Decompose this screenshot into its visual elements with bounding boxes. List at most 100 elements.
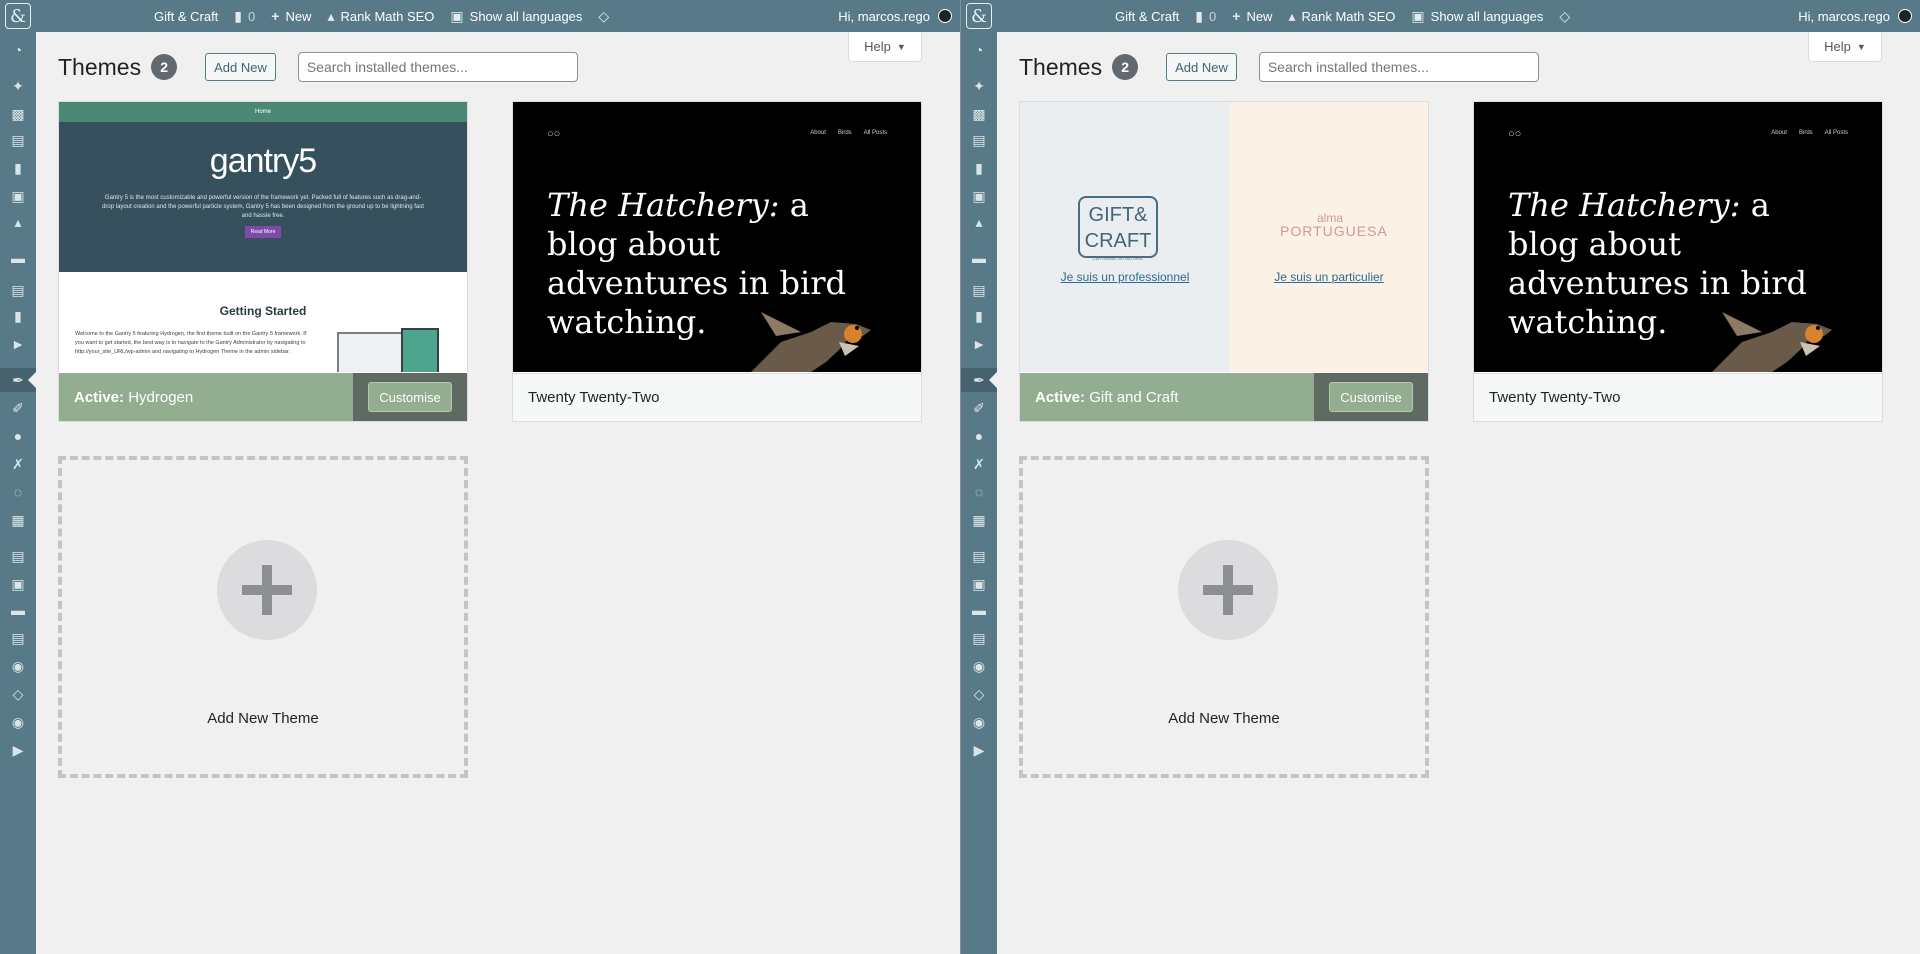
screen: & Gift & Craft ▮ 0 + New ▴ Rank Math SEO ▣ S…	[0, 0, 1920, 954]
greeting[interactable]: Hi, marcos.rego	[838, 9, 930, 24]
add-new-theme-card[interactable]: Add New Theme	[1019, 456, 1429, 778]
comment-icon: ▮	[1195, 7, 1204, 24]
theme-card-twenty-twenty-two[interactable]: ○○ About Birds All Posts The Hatchery: a…	[512, 101, 922, 422]
folder-icon[interactable]: ▬	[961, 598, 997, 622]
avatar[interactable]	[938, 9, 952, 23]
megaphone-icon[interactable]: ►	[0, 332, 36, 356]
add-new-button[interactable]: Add New	[205, 53, 276, 81]
folder-icon[interactable]: ▬	[0, 598, 36, 622]
lock-icon[interactable]: ▣	[961, 184, 997, 208]
comments-icon[interactable]: ▮	[961, 156, 997, 180]
camera-icon[interactable]: ◉	[961, 654, 997, 678]
languages-link[interactable]: ▣ Show all languages	[1403, 0, 1551, 32]
theme-screenshot[interactable]: ○○ About Birds All Posts The Hatchery: a…	[513, 102, 921, 372]
swallow-bird-illustration	[751, 312, 871, 372]
chart-icon[interactable]: ▴	[961, 210, 997, 234]
languages-link[interactable]: ▣ Show all languages	[442, 0, 590, 32]
tools-wrench-icon[interactable]: ✗	[961, 452, 997, 476]
plus-icon: +	[1232, 8, 1241, 24]
active-theme-card[interactable]: GIFT& CRAFT L'ARTISANAT AU NATUREL Je sui…	[1019, 101, 1429, 422]
plugins-icon[interactable]: ✐	[961, 396, 997, 420]
media-icon[interactable]: ▩	[961, 102, 997, 126]
dashboard-icon[interactable]: ◔	[961, 38, 997, 62]
diamond-link[interactable]: ◇	[590, 0, 623, 32]
play-icon[interactable]: ▶	[0, 738, 36, 762]
g-icon[interactable]: ◉	[0, 710, 36, 734]
add-new-theme-card[interactable]: Add New Theme	[58, 456, 468, 778]
theme-card-twenty-twenty-two[interactable]: ○○ About Birds All Posts The Hatchery: a…	[1473, 101, 1883, 422]
appearance-icon[interactable]: ✒	[961, 368, 997, 392]
play-icon[interactable]: ▶	[961, 738, 997, 762]
tools-wrench-icon[interactable]: ✗	[0, 452, 36, 476]
bank-icon[interactable]: ▤	[0, 544, 36, 568]
analytics-icon[interactable]: ▮	[0, 304, 36, 328]
bank-icon[interactable]: ▤	[961, 544, 997, 568]
posts-pin-icon[interactable]: ✦	[961, 74, 997, 98]
dashboard-icon[interactable]: ◔	[0, 38, 36, 62]
diamond-menu-icon[interactable]: ◇	[0, 682, 36, 706]
users-icon[interactable]: ●	[0, 424, 36, 448]
hydrogen-hero: Home gantry5 Gantry 5 is the most custom…	[59, 102, 467, 272]
site-name-link[interactable]: Gift & Craft	[1107, 0, 1187, 32]
archive-icon[interactable]: ▤	[0, 278, 36, 302]
comments-icon[interactable]: ▮	[0, 156, 36, 180]
settings-icon[interactable]: ▦	[961, 508, 997, 532]
archive-icon[interactable]: ▤	[961, 278, 997, 302]
camera-icon[interactable]: ◉	[0, 654, 36, 678]
language-icon[interactable]: ▣	[0, 572, 36, 596]
nav-all-posts: All Posts	[1824, 130, 1848, 136]
alma-right-panel: alma PORTUGUESA Je suis un particulier	[1230, 102, 1428, 372]
rank-math-link[interactable]: ▴ Rank Math SEO	[319, 0, 442, 32]
active-prefix: Active:	[1035, 388, 1086, 406]
woocommerce-icon[interactable]: ▬	[0, 246, 36, 270]
new-content-link[interactable]: + New	[263, 0, 319, 32]
hatchery-nav: About Birds All Posts	[810, 130, 887, 136]
pages-icon[interactable]: ▤	[961, 128, 997, 152]
chart-icon[interactable]: ▴	[0, 210, 36, 234]
add-new-button[interactable]: Add New	[1166, 53, 1237, 81]
theme-screenshot[interactable]: Home gantry5 Gantry 5 is the most custom…	[59, 102, 467, 372]
users-icon[interactable]: ●	[961, 424, 997, 448]
site-logo-icon[interactable]: &	[961, 0, 997, 32]
active-theme-card[interactable]: Home gantry5 Gantry 5 is the most custom…	[58, 101, 468, 422]
media-icon[interactable]: ▩	[0, 102, 36, 126]
gift-craft-logo: GIFT& CRAFT	[1078, 196, 1158, 258]
posts-pin-icon[interactable]: ✦	[0, 74, 36, 98]
greeting[interactable]: Hi, marcos.rego	[1798, 9, 1890, 24]
clipboard-icon[interactable]: ▤	[0, 626, 36, 650]
analytics-icon[interactable]: ▮	[961, 304, 997, 328]
site-logo-icon[interactable]: &	[0, 0, 36, 32]
megaphone-icon[interactable]: ►	[961, 332, 997, 356]
diamond-menu-icon[interactable]: ◇	[961, 682, 997, 706]
help-button[interactable]: Help ▼	[848, 32, 922, 62]
settings-icon[interactable]: ▦	[0, 508, 36, 532]
comments-count: 0	[248, 8, 256, 24]
loading-icon[interactable]: ◌	[0, 480, 36, 504]
g-icon[interactable]: ◉	[961, 710, 997, 734]
theme-screenshot[interactable]: GIFT& CRAFT L'ARTISANAT AU NATUREL Je sui…	[1020, 102, 1428, 372]
customise-button[interactable]: Customise	[1329, 382, 1413, 412]
appearance-icon[interactable]: ✒	[0, 368, 36, 392]
diamond-link[interactable]: ◇	[1551, 0, 1584, 32]
site-name-link[interactable]: Gift & Craft	[146, 0, 226, 32]
clipboard-icon[interactable]: ▤	[961, 626, 997, 650]
lock-icon[interactable]: ▣	[0, 184, 36, 208]
search-input[interactable]	[297, 52, 578, 82]
left-pane: & Gift & Craft ▮ 0 + New ▴ Rank Math SEO ▣ S…	[0, 0, 960, 954]
woocommerce-icon[interactable]: ▬	[961, 246, 997, 270]
language-icon[interactable]: ▣	[961, 572, 997, 596]
new-content-link[interactable]: + New	[1224, 0, 1280, 32]
theme-screenshot[interactable]: ○○ About Birds All Posts The Hatchery: a…	[1474, 102, 1882, 372]
help-button[interactable]: Help ▼	[1808, 32, 1882, 62]
loading-icon[interactable]: ◌	[961, 480, 997, 504]
comments-link[interactable]: ▮ 0	[1187, 0, 1224, 32]
comments-link[interactable]: ▮ 0	[226, 0, 263, 32]
customise-button[interactable]: Customise	[368, 382, 452, 412]
plugins-icon[interactable]: ✐	[0, 396, 36, 420]
seo-label: Rank Math SEO	[340, 8, 435, 24]
gantry-logo: gantry5	[209, 142, 317, 180]
pages-icon[interactable]: ▤	[0, 128, 36, 152]
search-input[interactable]	[1258, 52, 1539, 82]
rank-math-link[interactable]: ▴ Rank Math SEO	[1280, 0, 1403, 32]
avatar[interactable]	[1898, 9, 1912, 23]
